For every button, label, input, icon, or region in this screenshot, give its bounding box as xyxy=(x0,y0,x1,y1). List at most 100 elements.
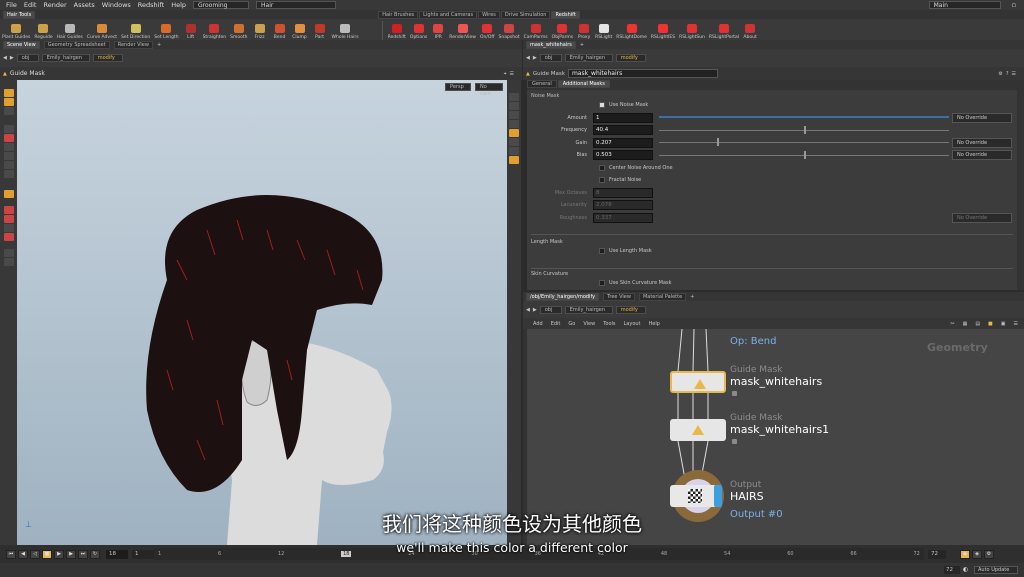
param-path-obj[interactable]: obj xyxy=(539,54,562,62)
net-path-node[interactable]: Emily_hairgen xyxy=(564,305,613,314)
active-tool-icon[interactable] xyxy=(3,190,14,198)
tool-hair-guides[interactable]: Hair Guides xyxy=(55,19,85,40)
window-controls-icon[interactable]: ▫ xyxy=(1012,1,1016,9)
node-mask-whitehairs1[interactable] xyxy=(670,419,726,441)
network-add-tab-icon[interactable]: + xyxy=(690,294,694,300)
amount-slider[interactable] xyxy=(659,116,949,119)
tool-clump[interactable]: Clump xyxy=(290,19,310,40)
gain-field[interactable]: 0.207 xyxy=(593,137,653,148)
use-length-checkbox[interactable] xyxy=(599,248,605,255)
tool-set-direction[interactable]: Set Direction xyxy=(119,19,152,40)
tool-smooth[interactable]: Smooth xyxy=(228,19,249,40)
snap-tool-icon[interactable] xyxy=(3,170,14,178)
amount-field[interactable]: 1 xyxy=(593,112,653,123)
net-path-op[interactable]: modify xyxy=(615,305,646,314)
display-opt-1-icon[interactable] xyxy=(509,93,519,101)
tool-plant-guides[interactable]: Plant Guides xyxy=(0,19,32,40)
view-tool-icon[interactable] xyxy=(3,107,14,115)
display-icon[interactable] xyxy=(3,249,14,257)
tool-rs-ipr[interactable]: IPR xyxy=(429,19,447,40)
node-name-field[interactable]: mask_whitehairs xyxy=(567,69,718,78)
net-menu-add[interactable]: Add xyxy=(533,321,543,327)
tab-tree-view[interactable]: Tree View xyxy=(603,292,635,301)
net-path-obj[interactable]: obj xyxy=(539,305,562,314)
tool-rs-objparms[interactable]: ObjParms xyxy=(550,19,575,40)
menu-redshift[interactable]: Redshift xyxy=(138,1,164,9)
magnet-d-icon[interactable] xyxy=(3,233,14,241)
tool-rs-about[interactable]: About xyxy=(741,19,759,40)
tab-scene-view[interactable]: Scene View xyxy=(3,40,40,49)
tab-mask-whitehairs[interactable]: mask_whitehairs xyxy=(526,40,576,49)
bias-field[interactable]: 0.503 xyxy=(593,150,653,161)
use-noise-checkbox[interactable] xyxy=(599,102,605,109)
shelf-tab-drive-sim[interactable]: Drive Simulation xyxy=(500,10,551,19)
tool-curve-advect[interactable]: Curve Advect xyxy=(85,19,119,40)
tool-rs-rslightdome[interactable]: RSLightDome xyxy=(614,19,649,40)
net-forward-icon[interactable]: ▶ xyxy=(533,307,537,313)
display-opt-8-icon[interactable] xyxy=(509,156,519,164)
viewport-options-icon[interactable]: ☰ xyxy=(510,71,514,77)
tool-rs-renderview[interactable]: RenderView xyxy=(447,19,478,40)
tab-network-path[interactable]: /obj/Emily_hairgen/modify xyxy=(526,292,600,301)
auto-update-icon[interactable]: ◐ xyxy=(963,566,968,573)
shelf-tab-redshift[interactable]: Redshift xyxy=(551,10,580,19)
help-icon[interactable]: ? xyxy=(1006,71,1009,77)
pose-tool-icon[interactable] xyxy=(3,125,14,133)
magnet-b-icon[interactable] xyxy=(3,215,14,223)
persp-menu[interactable]: Persp xyxy=(445,83,471,91)
tool-rs-snapshot[interactable]: Snapshot xyxy=(497,19,522,40)
magnet-a-icon[interactable] xyxy=(3,206,14,214)
tool-reguide[interactable]: Reguide xyxy=(32,19,54,40)
display-opt-4-icon[interactable] xyxy=(509,120,519,128)
scale-tool-icon[interactable] xyxy=(3,161,14,169)
bias-knob[interactable] xyxy=(804,150,806,159)
net-menu-help[interactable]: Help xyxy=(649,321,660,327)
fractal-checkbox[interactable] xyxy=(599,177,605,184)
gain-slider[interactable] xyxy=(659,138,949,147)
shelf-tab-hair-tools[interactable]: Hair Tools xyxy=(3,10,36,19)
path-op[interactable]: modify xyxy=(92,54,123,62)
path-node[interactable]: Emily_hairgen xyxy=(41,54,90,62)
tool-part[interactable]: Part xyxy=(310,19,330,40)
net-grid-icon[interactable]: ▦ xyxy=(963,321,968,327)
menu-assets[interactable]: Assets xyxy=(74,1,95,9)
tab-general[interactable]: General xyxy=(527,80,557,88)
param-forward-icon[interactable]: ▶ xyxy=(533,55,537,61)
menu-render[interactable]: Render xyxy=(43,1,66,9)
session-select[interactable]: Main xyxy=(928,1,1001,9)
menu-windows[interactable]: Windows xyxy=(102,1,131,9)
param-path-op[interactable]: modify xyxy=(615,54,646,62)
tab-geometry-spreadsheet[interactable]: Geometry Spreadsheet xyxy=(43,40,110,49)
use-skin-checkbox[interactable] xyxy=(599,279,605,286)
shelf-tab-hair-brushes[interactable]: Hair Brushes xyxy=(378,10,419,19)
net-menu-go[interactable]: Go xyxy=(568,321,575,327)
frequency-knob[interactable] xyxy=(804,125,806,134)
brush-tool-icon[interactable] xyxy=(3,134,14,142)
tool-rs-rslighties[interactable]: RSLightIES xyxy=(649,19,677,40)
tool-rs-proxy[interactable]: Proxy xyxy=(575,19,593,40)
3d-viewport[interactable]: Persp No cam ⊥ xyxy=(17,80,507,545)
forward-icon[interactable]: ▶ xyxy=(10,55,14,61)
tool-rs-redshift[interactable]: Redshift xyxy=(386,19,408,40)
display-opt-7-icon[interactable] xyxy=(509,147,519,155)
menu-edit[interactable]: Edit xyxy=(24,1,37,9)
menu-file[interactable]: File xyxy=(6,1,17,9)
desktop-select[interactable]: Grooming xyxy=(193,1,250,9)
gear-icon[interactable]: ⚙ xyxy=(998,71,1002,77)
bias-override[interactable]: No Override xyxy=(952,150,1012,161)
param-back-icon[interactable]: ◀ xyxy=(526,55,530,61)
tool-rs-options[interactable]: Options xyxy=(408,19,429,40)
camera-menu[interactable]: No cam xyxy=(475,83,503,97)
magnet-c-icon[interactable] xyxy=(3,224,14,232)
display-opt-3-icon[interactable] xyxy=(509,111,519,119)
frequency-field[interactable]: 40.4 xyxy=(593,125,653,136)
frequency-slider[interactable] xyxy=(659,125,949,134)
select-tool-icon[interactable] xyxy=(3,89,14,97)
display-flag-icon[interactable] xyxy=(714,485,722,507)
param-menu-icon[interactable]: ☰ xyxy=(1012,71,1016,77)
shelf-tab-wires[interactable]: Wires xyxy=(478,10,500,19)
tool-straighten[interactable]: Straighten xyxy=(201,19,229,40)
net-menu-layout[interactable]: Layout xyxy=(624,321,641,327)
display-opt-5-icon[interactable] xyxy=(509,129,519,137)
tool-rs-onoff[interactable]: On/Off xyxy=(478,19,497,40)
